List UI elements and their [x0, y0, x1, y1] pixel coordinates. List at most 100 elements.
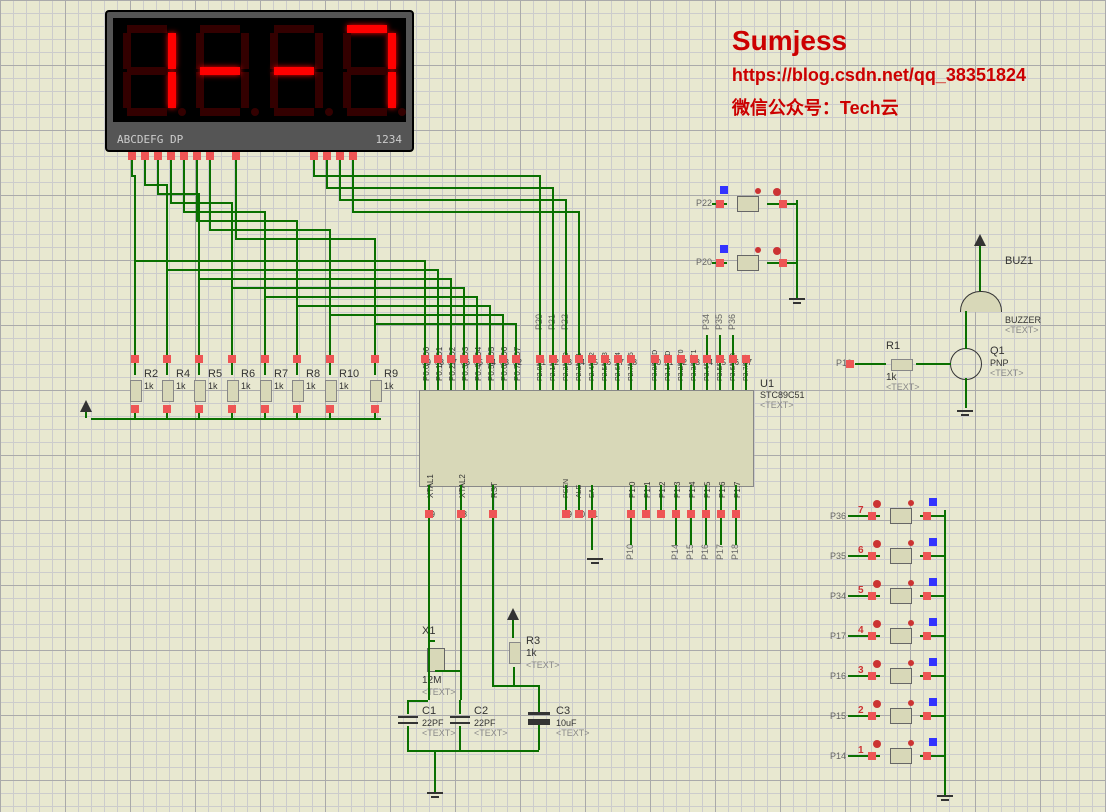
- c1-name: C1: [422, 705, 436, 717]
- watermark-url: https://blog.csdn.net/qq_38351824: [732, 65, 1026, 86]
- tag-P22: P22: [696, 198, 712, 208]
- port-P14-b: P14: [670, 544, 680, 560]
- led-P20: [773, 247, 781, 255]
- resistor-r3[interactable]: [507, 637, 521, 667]
- transistor-q1[interactable]: [950, 348, 982, 380]
- r-2-val: 1k: [208, 381, 218, 391]
- resistor-r8[interactable]: [290, 375, 304, 405]
- button-P20[interactable]: [727, 255, 767, 269]
- resistor-r9[interactable]: [368, 375, 382, 405]
- led-P15: [873, 700, 881, 708]
- led-P34: [873, 580, 881, 588]
- x1-value: 12M: [422, 675, 441, 686]
- q1-text: <TEXT>: [990, 368, 1024, 378]
- led-P16: [873, 660, 881, 668]
- r-0-name: R2: [144, 368, 158, 380]
- digit-4: [337, 23, 402, 118]
- c2-value: 22PF: [474, 718, 496, 728]
- buz-text: <TEXT>: [1005, 325, 1039, 335]
- button-P14[interactable]: [880, 748, 920, 762]
- resistor-r5[interactable]: [192, 375, 206, 405]
- led-P17: [873, 620, 881, 628]
- chip-name: U1: [760, 378, 774, 390]
- tag-P20: P20: [696, 257, 712, 267]
- r-3-val: 1k: [241, 381, 251, 391]
- tag-P15: P15: [830, 711, 846, 721]
- resistor-r10[interactable]: [323, 375, 337, 405]
- resistor-r6[interactable]: [225, 375, 239, 405]
- resistor-r2[interactable]: [128, 375, 142, 405]
- button-P17[interactable]: [880, 628, 920, 642]
- port-P36: P36: [727, 314, 737, 330]
- q1-value: PNP: [990, 358, 1009, 368]
- buz-name: BUZ1: [1005, 255, 1033, 267]
- c1-text: <TEXT>: [422, 728, 456, 738]
- c3-name: C3: [556, 705, 570, 717]
- c2-text: <TEXT>: [474, 728, 508, 738]
- r-2-name: R5: [208, 368, 222, 380]
- button-P34[interactable]: [880, 588, 920, 602]
- button-P16[interactable]: [880, 668, 920, 682]
- led-P22: [773, 188, 781, 196]
- r1-name: R1: [886, 340, 900, 352]
- watermark-title: Sumjess: [732, 25, 1026, 57]
- tag-P36: P36: [830, 511, 846, 521]
- digit-3: [264, 23, 329, 118]
- power-buzzer: [974, 234, 986, 246]
- led-P35: [873, 540, 881, 548]
- c3-text: <TEXT>: [556, 728, 590, 738]
- chip-part: STC89C51: [760, 390, 805, 400]
- port-P15-b: P15: [685, 544, 695, 560]
- cap-c1[interactable]: [398, 714, 418, 726]
- r-1-name: R4: [176, 368, 190, 380]
- display-label-left: ABCDEFG DP: [117, 133, 183, 146]
- tag-P17: P17: [830, 631, 846, 641]
- tag-P35: P35: [830, 551, 846, 561]
- display-label-right: 1234: [376, 133, 403, 146]
- r-7-val: 1k: [384, 381, 394, 391]
- port-P18-b: P18: [730, 544, 740, 560]
- cap-c3[interactable]: [528, 712, 550, 726]
- mcu-chip[interactable]: [419, 390, 754, 487]
- tag-P34: P34: [830, 591, 846, 601]
- r3-text: <TEXT>: [526, 660, 560, 670]
- c1-value: 22PF: [422, 718, 444, 728]
- r-5-name: R8: [306, 368, 320, 380]
- watermark: Sumjess https://blog.csdn.net/qq_3835182…: [732, 25, 1026, 128]
- button-P36[interactable]: [880, 508, 920, 522]
- digit-1: [117, 23, 182, 118]
- led-P14: [873, 740, 881, 748]
- r-4-name: R7: [274, 368, 288, 380]
- r1-text: <TEXT>: [886, 382, 920, 392]
- cap-c2[interactable]: [450, 714, 470, 726]
- button-P22[interactable]: [727, 196, 767, 210]
- buz-value: BUZZER: [1005, 315, 1041, 325]
- watermark-wechat: 微信公众号：Tech云: [732, 94, 1026, 120]
- power-rst: [507, 608, 519, 620]
- digit-2: [190, 23, 255, 118]
- r-4-val: 1k: [274, 381, 284, 391]
- r-7-name: R9: [384, 368, 398, 380]
- resistor-r1[interactable]: [886, 357, 916, 371]
- r-5-val: 1k: [306, 381, 316, 391]
- led-P36: [873, 500, 881, 508]
- port-P35: P35: [714, 314, 724, 330]
- button-P15[interactable]: [880, 708, 920, 722]
- c3-value: 10uF: [556, 718, 577, 728]
- chip-text: <TEXT>: [760, 400, 794, 410]
- seven-seg-display[interactable]: ABCDEFG DP 1234: [105, 10, 414, 152]
- r3-value: 1k: [526, 648, 537, 659]
- tag-P16: P16: [830, 671, 846, 681]
- r-1-val: 1k: [176, 381, 186, 391]
- button-P35[interactable]: [880, 548, 920, 562]
- port-P16-b: P16: [700, 544, 710, 560]
- r-6-val: 1k: [339, 381, 349, 391]
- resistor-r7[interactable]: [258, 375, 272, 405]
- r-0-val: 1k: [144, 381, 154, 391]
- power-left: [80, 400, 92, 412]
- r-6-name: R10: [339, 368, 359, 380]
- r3-name: R3: [526, 635, 540, 647]
- resistor-r4[interactable]: [160, 375, 174, 405]
- port-P34: P34: [701, 314, 711, 330]
- port-P10-b: P10: [625, 544, 635, 560]
